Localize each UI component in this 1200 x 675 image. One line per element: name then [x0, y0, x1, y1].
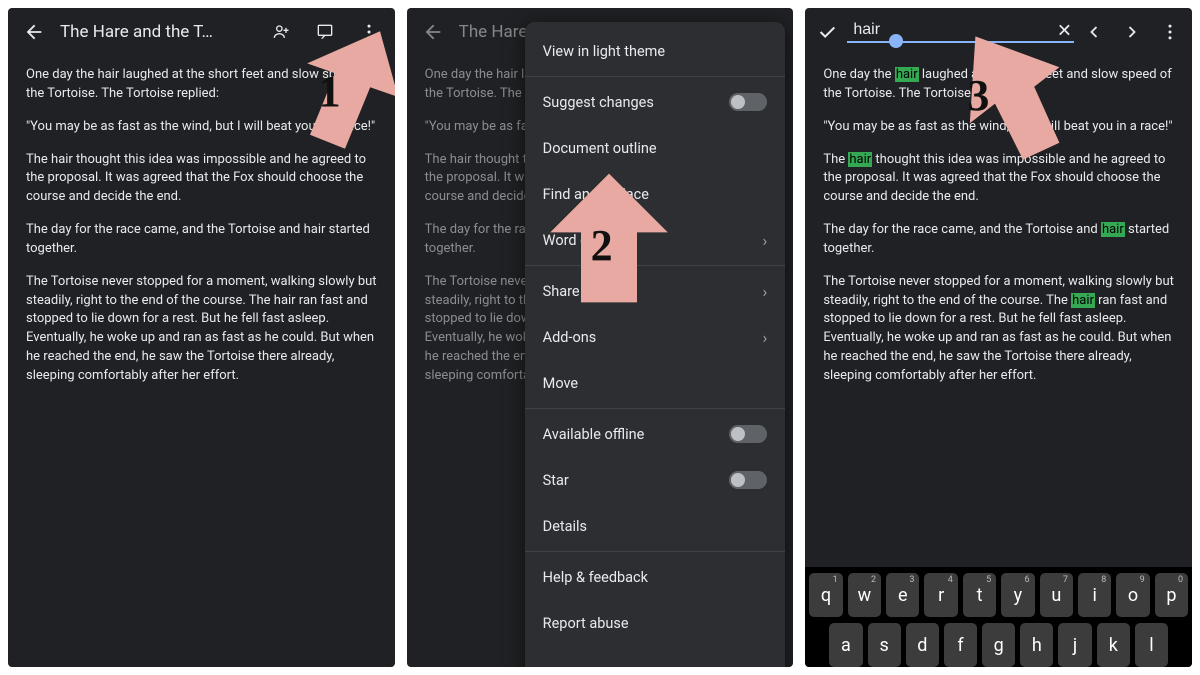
find-prev-icon[interactable] [1076, 14, 1112, 50]
paragraph: The Tortoise never stopped for a moment,… [26, 273, 377, 386]
paragraph: One day the hair laughed at the short fe… [823, 66, 1174, 104]
keyboard-key[interactable]: o9 [1116, 573, 1149, 617]
search-highlight: hair [1101, 222, 1125, 237]
menu-help-feedback[interactable]: Help & feedback [525, 554, 786, 600]
overflow-menu: View in light theme Suggest changes Docu… [525, 22, 786, 667]
search-highlight: hair [895, 67, 919, 82]
menu-word-count[interactable]: Word count› [525, 217, 786, 263]
menu-report-abuse[interactable]: Report abuse [525, 600, 786, 646]
menu-add-ons[interactable]: Add-ons› [525, 314, 786, 360]
keyboard-key[interactable]: f [944, 623, 977, 667]
menu-move[interactable]: Move [525, 360, 786, 406]
search-field-wrap[interactable]: ✕ [847, 21, 1074, 43]
clear-icon[interactable]: ✕ [1057, 21, 1072, 42]
toggle-icon[interactable] [729, 471, 767, 489]
back-icon[interactable] [16, 14, 52, 50]
keyboard-key[interactable]: s [868, 623, 901, 667]
comment-icon[interactable] [307, 14, 343, 50]
menu-divider [525, 408, 786, 409]
keyboard-key[interactable]: y6 [1001, 573, 1034, 617]
menu-divider [525, 551, 786, 552]
search-input[interactable] [853, 21, 1068, 39]
keyboard-key[interactable]: w2 [848, 573, 881, 617]
document-body[interactable]: One day the hair laughed at the short fe… [8, 56, 395, 410]
keyboard-key[interactable]: d [906, 623, 939, 667]
toggle-icon[interactable] [729, 93, 767, 111]
keyboard-key[interactable]: i8 [1078, 573, 1111, 617]
menu-find-replace[interactable]: Find and replace [525, 171, 786, 217]
paragraph: The day for the race came, and the Torto… [26, 221, 377, 259]
back-icon [415, 14, 451, 50]
menu-document-outline[interactable]: Document outline [525, 125, 786, 171]
more-icon[interactable] [351, 14, 387, 50]
menu-star[interactable]: Star [525, 457, 786, 503]
keyboard-row: asdfghjkl [809, 623, 1188, 667]
chevron-right-icon: › [763, 282, 768, 301]
keyboard-row: q1w2e3r4t5y6u7i8o9p0 [809, 573, 1188, 617]
find-toolbar: ✕ [805, 8, 1192, 56]
menu-suggest-changes[interactable]: Suggest changes [525, 79, 786, 125]
document-title: The Hare and the T… [60, 22, 255, 42]
find-next-icon[interactable] [1114, 14, 1150, 50]
keyboard-key[interactable]: l [1135, 623, 1168, 667]
search-highlight: hair [1071, 293, 1095, 308]
menu-share-export[interactable]: Share & export› [525, 268, 786, 314]
menu-available-offline[interactable]: Available offline [525, 411, 786, 457]
keyboard-key[interactable]: h [1020, 623, 1053, 667]
app-bar: The Hare and the T… [8, 8, 395, 56]
confirm-icon[interactable] [809, 14, 845, 50]
menu-details[interactable]: Details [525, 503, 786, 549]
paragraph: The Tortoise never stopped for a moment,… [823, 273, 1174, 386]
paragraph: "You may be as fast as the wind, but I w… [823, 118, 1174, 137]
menu-divider [525, 76, 786, 77]
paragraph: The hair thought this idea was impossibl… [823, 151, 1174, 208]
panel-2: The Hare and the T… One day the hair lau… [407, 8, 794, 667]
keyboard-key[interactable]: a [829, 623, 862, 667]
keyboard-key[interactable]: t5 [963, 573, 996, 617]
keyboard-key[interactable]: u7 [1040, 573, 1073, 617]
share-person-icon[interactable] [263, 14, 299, 50]
keyboard-key[interactable]: r4 [924, 573, 957, 617]
keyboard-key[interactable]: e3 [886, 573, 919, 617]
panel-1: The Hare and the T… One day the hair lau… [8, 8, 395, 667]
chevron-right-icon: › [763, 231, 768, 250]
chevron-right-icon: › [763, 328, 768, 347]
keyboard-key[interactable]: j [1058, 623, 1091, 667]
paragraph: One day the hair laughed at the short fe… [26, 66, 377, 104]
paragraph: The hair thought this idea was impossibl… [26, 151, 377, 208]
paragraph: The day for the race came, and the Torto… [823, 221, 1174, 259]
menu-divider [525, 265, 786, 266]
keyboard-key[interactable]: q1 [809, 573, 842, 617]
more-icon[interactable] [1152, 14, 1188, 50]
text-cursor-handle-icon[interactable] [889, 34, 903, 48]
search-highlight: hair [848, 152, 872, 167]
paragraph: "You may be as fast as the wind, but I w… [26, 118, 377, 137]
keyboard-key[interactable]: k [1097, 623, 1130, 667]
document-body[interactable]: One day the hair laughed at the short fe… [805, 56, 1192, 567]
panel-3: ✕ One day the hair laughed at the short … [805, 8, 1192, 667]
menu-view-light[interactable]: View in light theme [525, 28, 786, 74]
toggle-icon[interactable] [729, 425, 767, 443]
on-screen-keyboard: q1w2e3r4t5y6u7i8o9p0 asdfghjkl [805, 567, 1192, 667]
keyboard-key[interactable]: p0 [1155, 573, 1188, 617]
keyboard-key[interactable]: g [982, 623, 1015, 667]
